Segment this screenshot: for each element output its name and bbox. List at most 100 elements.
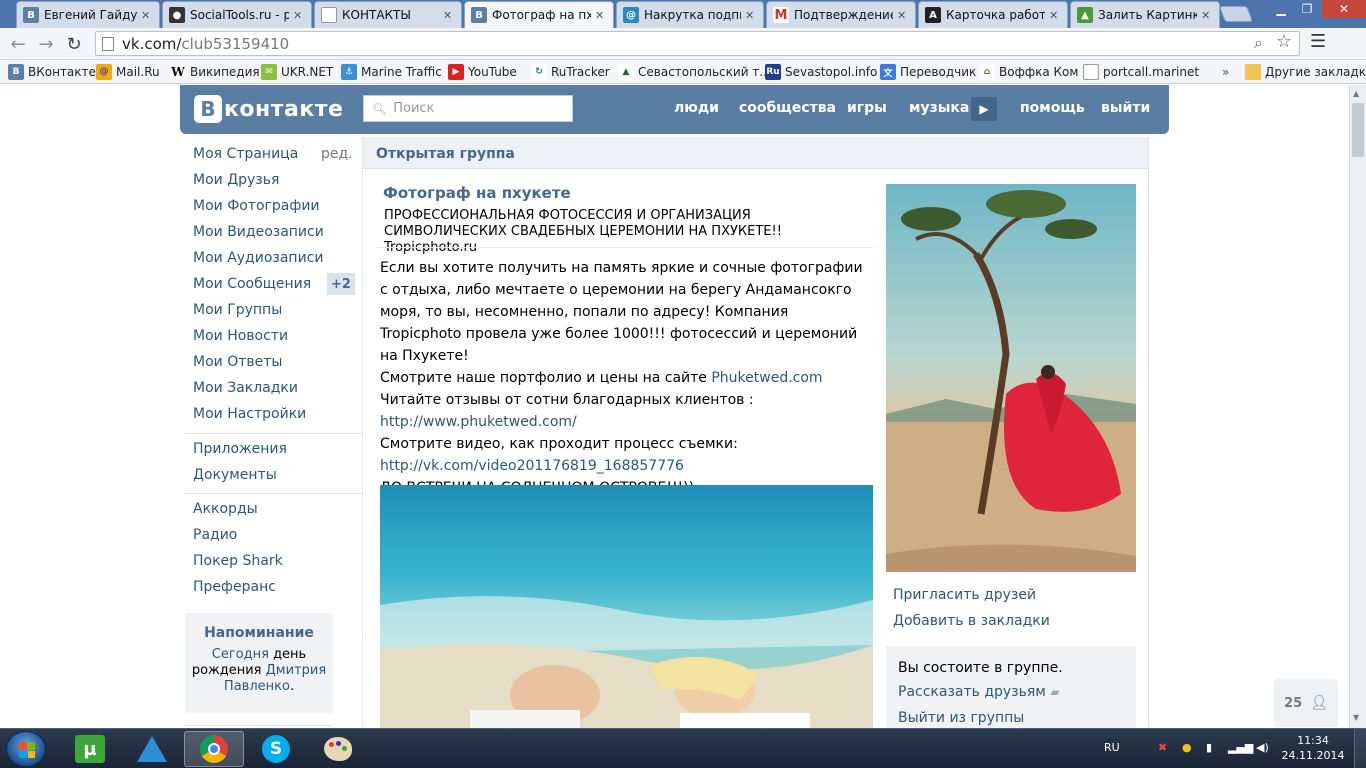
- show-desktop-button[interactable]: [1354, 729, 1366, 768]
- menu-audio[interactable]: Мои Аудиозаписи: [193, 250, 323, 266]
- bookmark-item[interactable]: ✉ UKR.NET: [261, 63, 333, 81]
- new-tab-button[interactable]: [1219, 6, 1253, 22]
- start-button[interactable]: [6, 731, 46, 767]
- browser-tab[interactable]: КОНТАКТЫ ✕: [314, 1, 462, 28]
- menu-app-chords[interactable]: Аккорды: [193, 501, 258, 517]
- bookmark-item[interactable]: ▲ Севастопольский т...: [618, 63, 771, 81]
- menu-answers[interactable]: Мои Ответы: [193, 354, 282, 370]
- system-clock[interactable]: 11:34 24.11.2014: [1278, 733, 1348, 763]
- nav-people[interactable]: люди: [674, 100, 719, 116]
- paint-taskbar-icon[interactable]: [308, 731, 368, 767]
- menu-documents[interactable]: Документы: [193, 467, 277, 483]
- bookmark-item[interactable]: @ Mail.Ru: [96, 63, 160, 81]
- bookmark-item[interactable]: ↻ RuTracker: [531, 63, 610, 81]
- close-icon[interactable]: ✕: [897, 9, 909, 22]
- restore-icon[interactable]: ❐: [1294, 0, 1320, 18]
- search-input[interactable]: 🔍︎ Поиск: [363, 95, 573, 122]
- beach-couple-photo[interactable]: [380, 485, 873, 728]
- back-icon[interactable]: ←: [6, 32, 30, 56]
- browser-tab[interactable]: B Евгений Гайдуков✕: [16, 1, 160, 28]
- bookmark-item[interactable]: ▶ YouTube: [448, 63, 517, 81]
- bookmark-item[interactable]: B ВКонтакте: [8, 63, 96, 81]
- menu-my-page[interactable]: Моя Страница: [193, 146, 298, 162]
- volume-icon[interactable]: ◀): [1256, 741, 1269, 754]
- like-counter[interactable]: 25 👤︎: [1274, 679, 1338, 727]
- image-icon: ▲: [1077, 7, 1093, 23]
- vk-logo[interactable]: В контакте: [194, 95, 343, 123]
- bookmarks-overflow-icon[interactable]: »: [1222, 63, 1229, 81]
- menu-app-radio[interactable]: Радио: [193, 527, 237, 543]
- forward-icon[interactable]: →: [34, 32, 58, 56]
- menu-messages[interactable]: Мои Сообщения: [193, 276, 311, 292]
- portfolio-link[interactable]: Phuketwed.com: [711, 370, 822, 386]
- menu-photos[interactable]: Мои Фотографии: [193, 198, 320, 214]
- menu-apps[interactable]: Приложения: [193, 441, 287, 457]
- add-to-bookmarks-link[interactable]: Добавить в закладки: [893, 613, 1050, 629]
- bookmark-item[interactable]: ⚓ Marine Traffic: [341, 63, 442, 81]
- bookmark-item[interactable]: Ru Sevastopol.info: [765, 63, 877, 81]
- zoom-icon[interactable]: ⌕: [1254, 33, 1263, 53]
- bookmark-item[interactable]: portcall.marinet: [1083, 63, 1199, 81]
- scroll-down-icon[interactable]: ▼: [1353, 713, 1359, 722]
- page-scrollbar[interactable]: ▲ ▼: [1349, 85, 1366, 728]
- reviews-link[interactable]: http://www.phuketwed.com/: [380, 414, 577, 430]
- chrome-menu-icon[interactable]: ☰: [1310, 31, 1326, 52]
- leave-group-link[interactable]: Выйти из группы: [898, 710, 1136, 726]
- bookmark-item[interactable]: 文 Переводчик: [880, 63, 976, 81]
- menu-settings[interactable]: Мои Настройки: [193, 406, 306, 422]
- notification-icon[interactable]: ●: [1182, 741, 1192, 754]
- close-icon[interactable]: ✕: [1049, 9, 1061, 22]
- menu-app-preference[interactable]: Преферанс: [193, 579, 276, 595]
- scrollbar-thumb[interactable]: [1352, 103, 1364, 157]
- skype-taskbar-icon[interactable]: S: [246, 731, 306, 767]
- menu-groups[interactable]: Мои Группы: [193, 302, 282, 318]
- menu-edit-link[interactable]: ред.: [321, 146, 353, 162]
- menu-videos[interactable]: Мои Видеозаписи: [193, 224, 324, 240]
- browser-tab[interactable]: A Карточка работы ✕: [918, 1, 1068, 28]
- close-icon[interactable]: ✕: [293, 9, 305, 22]
- close-icon[interactable]: ✕: [443, 9, 455, 22]
- reminder-today-link[interactable]: Сегодня: [212, 647, 269, 662]
- ail-taskbar-icon[interactable]: [122, 731, 182, 767]
- reload-icon[interactable]: ↻: [62, 32, 86, 56]
- menu-app-poker[interactable]: Покер Shark: [193, 553, 283, 569]
- browser-tab[interactable]: @ Накрутка подписч✕: [616, 1, 764, 28]
- browser-tab[interactable]: ● SocialTools.ru - ре ✕: [162, 1, 312, 28]
- close-icon[interactable]: ✕: [141, 9, 153, 22]
- signal-icon[interactable]: ▂▄▆: [1228, 741, 1253, 754]
- browser-tab[interactable]: ▲ Залить Картинку ✕: [1070, 1, 1220, 28]
- invite-friends-link[interactable]: Пригласить друзей: [893, 587, 1036, 603]
- menu-bookmarks[interactable]: Мои Закладки: [193, 380, 298, 396]
- nav-help[interactable]: помощь: [1020, 100, 1085, 116]
- messages-count-badge[interactable]: +2: [327, 273, 355, 295]
- network-warning-icon[interactable]: ✖: [1158, 741, 1167, 754]
- nav-communities[interactable]: сообщества: [739, 100, 836, 116]
- person-icon: 👤︎: [1310, 695, 1328, 711]
- address-bar[interactable]: vk.com/club53159410: [95, 31, 1300, 56]
- close-icon[interactable]: ✕: [1201, 9, 1213, 22]
- play-icon[interactable]: ▶: [971, 97, 997, 121]
- menu-friends[interactable]: Мои Друзья: [193, 172, 279, 188]
- close-icon[interactable]: ✕: [745, 9, 757, 22]
- video-link[interactable]: http://vk.com/video201176819_168857776: [380, 458, 684, 474]
- utorrent-taskbar-icon[interactable]: µ: [60, 731, 120, 767]
- group-avatar-photo[interactable]: [886, 184, 1136, 572]
- language-indicator[interactable]: RU: [1104, 741, 1120, 754]
- nav-games[interactable]: игры: [847, 100, 887, 116]
- scroll-up-icon[interactable]: ▲: [1353, 89, 1359, 98]
- bookmark-item[interactable]: ⌂ Воффка Ком: [979, 63, 1078, 81]
- star-icon[interactable]: ☆: [1276, 31, 1292, 52]
- browser-tab[interactable]: M Подтверждение р✕: [766, 1, 916, 28]
- chrome-taskbar-icon[interactable]: [184, 731, 244, 767]
- battery-icon[interactable]: ▮: [1206, 741, 1212, 754]
- tell-friends-link[interactable]: Рассказать друзьям ▰: [898, 684, 1136, 700]
- nav-music[interactable]: музыка: [909, 100, 969, 116]
- minimize-icon[interactable]: ▁: [1268, 0, 1294, 18]
- close-icon[interactable]: ✕: [595, 9, 607, 22]
- nav-logout[interactable]: выйти: [1101, 100, 1150, 116]
- menu-news[interactable]: Мои Новости: [193, 328, 288, 344]
- window-close-icon[interactable]: ✕: [1322, 0, 1366, 18]
- browser-tab-active[interactable]: B Фотограф на пхук✕: [464, 1, 614, 28]
- bookmark-item[interactable]: W Википедия: [170, 63, 260, 81]
- other-bookmarks[interactable]: Другие закладки: [1245, 63, 1366, 81]
